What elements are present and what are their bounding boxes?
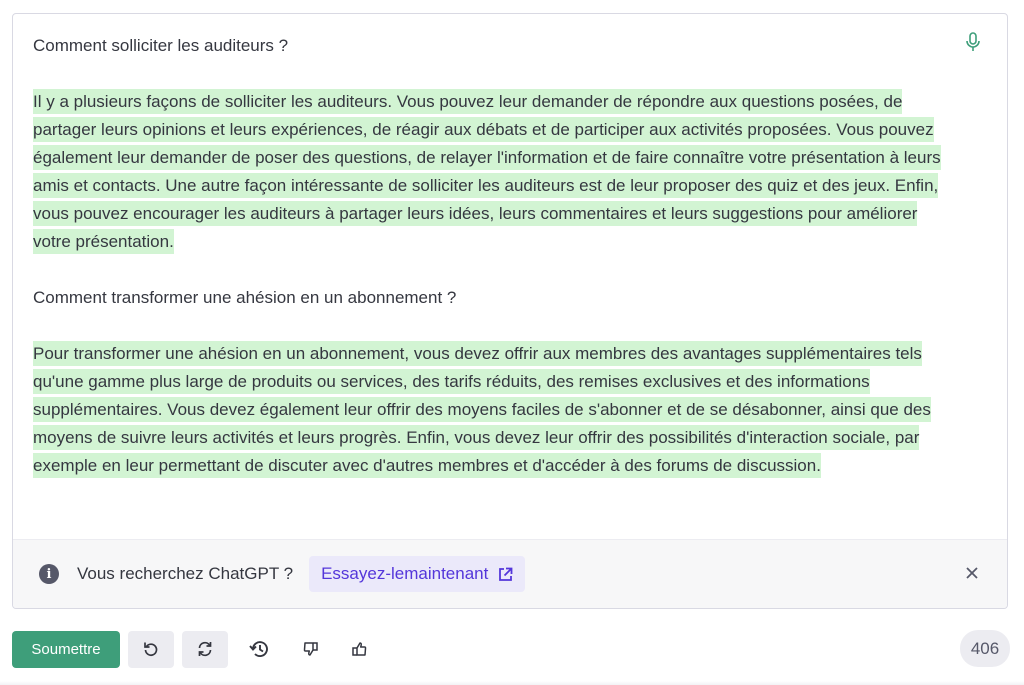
close-icon[interactable] [963,564,981,582]
highlighted-answer-1: Il y a plusieurs façons de solliciter le… [33,89,941,254]
external-link-icon [499,567,513,581]
try-now-label: Essayez-lemaintenant [321,564,489,583]
question-2: Comment transformer une ahésion en un ab… [33,288,457,307]
question-1: Comment solliciter les auditeurs ? [33,36,289,55]
toolbar: Soumettre 406 [12,630,1010,668]
history-icon [249,641,268,657]
bottom-edge [0,681,1024,685]
thumbs-up-icon [352,642,367,656]
banner-text: Vous recherchez ChatGPT ? [77,564,294,583]
character-counter: 406 [960,630,1010,667]
regenerate-button[interactable] [182,630,228,668]
thumbs-down-icon [303,642,318,656]
chatgpt-banner: i Vous recherchez ChatGPT ? Essayez-lema… [13,539,1007,608]
submit-button[interactable]: Soumettre [12,630,120,668]
thumbs-up-button[interactable] [336,631,382,668]
undo-icon [144,642,158,656]
redo-icon [198,641,212,657]
answer-2: Pour transformer une ahésion en un abonn… [33,340,953,480]
thumbs-down-button[interactable] [288,631,334,668]
try-now-link[interactable]: Essayez-lemaintenant [309,556,526,592]
highlighted-answer-2: Pour transformer une ahésion en un abonn… [33,341,931,478]
editor-content[interactable]: Comment solliciter les auditeurs ? Il y … [33,32,953,480]
history-button[interactable] [236,631,282,668]
microphone-icon[interactable] [965,32,981,52]
answer-1: Il y a plusieurs façons de solliciter le… [33,88,953,256]
undo-button[interactable] [128,630,174,668]
info-icon: i [39,564,59,584]
text-editor[interactable]: Comment solliciter les auditeurs ? Il y … [12,13,1008,609]
